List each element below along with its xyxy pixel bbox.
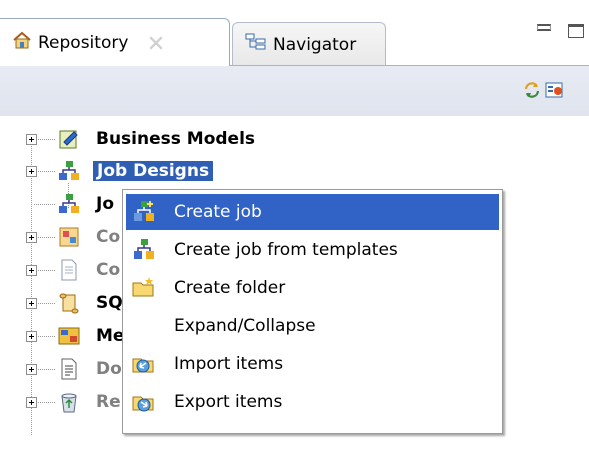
tree-connector — [38, 139, 56, 140]
menu-item-import-items[interactable]: Import items — [126, 346, 499, 382]
tree-item-label: Do — [96, 359, 122, 379]
menu-item-create-folder[interactable]: Create folder — [126, 270, 499, 306]
tree-connector — [38, 270, 56, 271]
menu-item-expand-collapse[interactable]: Expand/Collapse — [126, 308, 499, 344]
tree-item-label: Co — [96, 260, 121, 280]
menu-item-create-job-from-templates[interactable]: Create job from templates — [126, 232, 499, 268]
tree-connector — [38, 369, 56, 370]
tab-navigator-label: Navigator — [273, 34, 357, 55]
view-tab-bar: Repository Navigator — [0, 0, 589, 66]
menu-item-label: Create job from templates — [174, 240, 398, 260]
maximize-icon[interactable] — [568, 24, 584, 38]
menu-item-label: Expand/Collapse — [174, 316, 316, 336]
code-icon — [58, 259, 80, 281]
tree-item-label: Re — [96, 392, 121, 412]
tab-repository-label: Repository — [38, 32, 129, 53]
sql-icon — [58, 292, 80, 314]
menu-item-export-items[interactable]: Export items — [126, 384, 499, 420]
minimize-icon[interactable] — [537, 24, 551, 31]
tree-connector — [38, 237, 56, 238]
create-job-icon — [132, 200, 156, 224]
tree-item-label: Job Designs — [93, 161, 214, 181]
tree-connector — [34, 204, 56, 205]
metadata-icon — [58, 325, 80, 347]
folder-icon — [132, 276, 156, 300]
tree-connector — [38, 303, 56, 304]
export-icon — [132, 390, 156, 414]
tree-connector — [38, 171, 56, 172]
house-icon — [12, 30, 32, 55]
business-model-icon — [58, 128, 80, 150]
view-toolbar — [0, 66, 589, 116]
job-template-icon — [132, 238, 156, 262]
tree-item-label: Co — [96, 227, 121, 247]
close-icon[interactable] — [148, 35, 164, 51]
expand-icon[interactable] — [26, 298, 37, 309]
contexts-icon — [58, 226, 80, 248]
expand-icon[interactable] — [26, 134, 37, 145]
expand-icon[interactable] — [26, 397, 37, 408]
import-icon — [132, 352, 156, 376]
tree-connector — [38, 402, 56, 403]
menu-item-create-job[interactable]: Create job — [126, 194, 499, 230]
expand-icon[interactable] — [26, 331, 37, 342]
tree-item-label: SQ — [96, 293, 123, 313]
tab-navigator[interactable]: Navigator — [232, 22, 386, 66]
expand-icon[interactable] — [26, 232, 37, 243]
tree-item-label: Me — [96, 326, 125, 346]
expand-icon[interactable] — [26, 364, 37, 375]
refresh-icon[interactable] — [522, 80, 542, 105]
tree-connector — [38, 336, 56, 337]
context-menu: Create job Create job from templates Cre… — [122, 189, 503, 434]
menu-item-label: Create folder — [174, 278, 286, 298]
view-menu-icon[interactable] — [545, 80, 565, 105]
expand-icon[interactable] — [26, 166, 37, 177]
job-designs-icon — [58, 160, 80, 182]
menu-item-label: Import items — [174, 354, 284, 374]
job-icon — [58, 193, 80, 215]
menu-item-label: Create job — [174, 202, 262, 222]
expand-icon[interactable] — [26, 265, 37, 276]
navigator-icon — [245, 33, 267, 56]
tab-repository[interactable]: Repository — [0, 18, 230, 66]
menu-item-label: Export items — [174, 392, 283, 412]
tree-item-label: Jo — [96, 194, 115, 214]
tree-item-label: Business Models — [96, 129, 256, 149]
documentation-icon — [58, 358, 80, 380]
recycle-bin-icon — [58, 391, 80, 413]
